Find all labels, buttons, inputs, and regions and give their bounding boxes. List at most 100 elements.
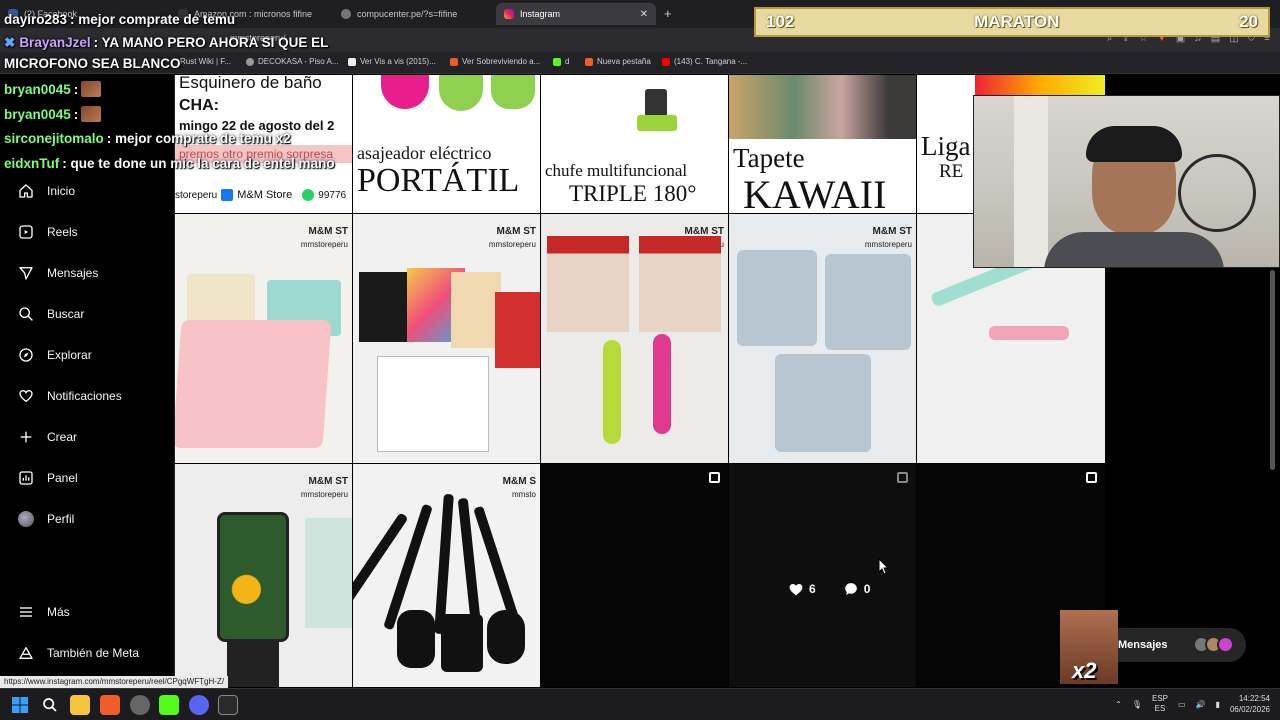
chat-line: MICROFONO SEA BLANCO: [4, 56, 181, 71]
sidebar-item-label: Notificaciones: [47, 389, 122, 403]
discord-icon[interactable]: [189, 695, 209, 715]
post-video-1[interactable]: [541, 464, 728, 687]
notebook-mickey: [495, 292, 540, 368]
utensil-spoon: [397, 610, 435, 668]
brave-icon: [585, 57, 593, 66]
search-icon: [19, 307, 33, 321]
box-green: [547, 236, 629, 332]
post-enchufe[interactable]: chufe multifuncional TRIPLE 180°: [541, 75, 728, 213]
utensil-spatula: [441, 614, 483, 672]
bookmark-visavis[interactable]: Ver Vis a vis (2015)...: [348, 57, 436, 66]
bookmark-rust[interactable]: Rust Wiki | F...: [180, 57, 231, 66]
chat-line: ✖ BrayanJzel: YA MANO PERO AHORA SI QUE E…: [4, 35, 329, 50]
p-icon: [348, 57, 356, 66]
messages-pill-label: Mensajes: [1118, 639, 1168, 651]
product-green-2: [491, 75, 535, 109]
utensil-skimmer: [487, 610, 525, 664]
chat-line: sirconejitomalo: mejor comprate de temu …: [4, 131, 291, 146]
post-hooks[interactable]: M&M ST mmstoreperu: [729, 214, 916, 463]
network-icon[interactable]: ▭: [1178, 700, 1186, 709]
status-url: https://www.instagram.com/mmstoreperu/re…: [0, 676, 229, 688]
post-facial-brush[interactable]: M&M STmmstoreperu: [541, 214, 728, 463]
sidebar-item-label: Perfil: [47, 512, 75, 526]
windows-start-icon[interactable]: [12, 697, 28, 713]
tab-instagram[interactable]: Instagram ✕: [496, 3, 656, 25]
system-tray: ⌃ 🎙 ESP ES ▭ 🔊 ▮ 14:22:54 06/02/2026: [1115, 693, 1270, 715]
new-tab-icon[interactable]: +: [664, 6, 672, 21]
notebook-daffy: [451, 272, 501, 348]
hook-pack-3: [775, 354, 871, 452]
bookmarks-bar: Rust Wiki | F... DECOKASA - Piso A... Ve…: [0, 52, 1280, 74]
bookmark-sobreviviendo[interactable]: Ver Sobreviviendo a...: [450, 57, 540, 66]
windows-taskbar: ⌃ 🎙 ESP ES ▭ 🔊 ▮ 14:22:54 06/02/2026: [0, 688, 1280, 720]
sidebar-item-notificaciones[interactable]: Notificaciones: [18, 385, 122, 407]
volume-icon[interactable]: 🔊: [1196, 700, 1206, 709]
banner-count: 102: [766, 12, 795, 31]
stand-base: [227, 642, 279, 687]
streamer-hair: [1086, 126, 1182, 162]
sidebar-item-mensajes[interactable]: Mensajes: [18, 262, 98, 284]
post-notebooks[interactable]: M&M ST mmstoreperu: [353, 214, 540, 463]
bookmark-nueva-pestana[interactable]: Nueva pestaña: [585, 57, 651, 66]
home-icon: [19, 184, 33, 198]
sidebar-item-reels[interactable]: Reels: [18, 221, 78, 243]
epic-games-icon[interactable]: [218, 695, 238, 715]
microphone-icon[interactable]: 🎙: [1132, 700, 1142, 709]
sidebar-item-mas[interactable]: Más: [18, 601, 70, 623]
post-tapete[interactable]: Tapete KAWAII: [729, 75, 916, 213]
sidebar-item-buscar[interactable]: Buscar: [18, 303, 84, 325]
post-utensils[interactable]: M&M Smmsto: [353, 464, 540, 687]
post-masajeador[interactable]: asajeador eléctrico PORTÁTIL: [353, 75, 540, 213]
bookmark-decokasa[interactable]: DECOKASA - Piso A...: [246, 57, 338, 66]
kick-icon: [553, 57, 561, 66]
sidebar-item-meta[interactable]: También de Meta: [18, 642, 139, 664]
banner-value: 20: [1239, 12, 1258, 31]
language-indicator[interactable]: ESP ES: [1152, 694, 1168, 714]
scrollbar[interactable]: [1270, 270, 1275, 470]
reel-icon: [709, 472, 720, 483]
bookmark-youtube[interactable]: (143) C. Tangana -...: [662, 57, 747, 66]
chat-line: bryan0045:: [4, 81, 102, 97]
window-light: [1014, 96, 1048, 267]
product-pink: [381, 75, 429, 109]
battery-icon[interactable]: ▮: [1216, 700, 1220, 709]
sidebar-item-label: Explorar: [47, 348, 92, 362]
search-icon[interactable]: [42, 697, 58, 713]
sidebar-item-label: Buscar: [47, 307, 85, 321]
sidebar-item-label: Panel: [47, 471, 78, 485]
sidebar-item-crear[interactable]: Crear: [18, 426, 77, 448]
cursor-icon: [878, 558, 889, 575]
site-icon: [450, 57, 458, 66]
hook-pack-1: [737, 250, 817, 346]
globe-icon: [246, 57, 254, 66]
sidebar-item-perfil[interactable]: Perfil: [18, 508, 74, 530]
post-basket[interactable]: M&M ST mmstoreperu: [175, 214, 352, 463]
product-green: [439, 75, 483, 111]
send-icon: [19, 267, 33, 280]
sidebar-item-label: Mensajes: [47, 266, 99, 280]
sidebar-item-panel[interactable]: Panel: [18, 467, 78, 489]
post-video-2-hover[interactable]: 6 0: [729, 464, 916, 687]
whatsapp-icon: [302, 189, 315, 201]
streamer-shirt: [1044, 232, 1224, 267]
fan: [1178, 154, 1256, 232]
kick-icon[interactable]: [159, 695, 179, 715]
post-phone-stand[interactable]: M&M ST mmstoreperu: [175, 464, 352, 687]
store-watermark: M&M STmmstoreperu: [300, 476, 348, 499]
emote-icon: [81, 81, 102, 97]
stand-box: [305, 518, 352, 628]
message-avatars: [1193, 636, 1234, 653]
chevron-up-icon[interactable]: ⌃: [1115, 700, 1122, 709]
sidebar-item-explorar[interactable]: Explorar: [18, 344, 92, 366]
close-tab-icon[interactable]: ✕: [640, 9, 648, 20]
clock[interactable]: 14:22:54 06/02/2026: [1230, 693, 1270, 715]
tab-compucenter[interactable]: compucenter.pe/?s=fifine: [333, 3, 493, 25]
facebook-icon: [221, 189, 234, 201]
sidebar-item-label: También de Meta: [47, 646, 140, 660]
straightener-pink: [989, 326, 1069, 340]
sidebar-item-inicio[interactable]: Inicio: [18, 180, 75, 202]
bookmark-d[interactable]: d: [553, 57, 569, 66]
brave-icon[interactable]: [100, 695, 120, 715]
obs-icon[interactable]: [130, 695, 150, 715]
file-explorer-icon[interactable]: [70, 695, 90, 715]
